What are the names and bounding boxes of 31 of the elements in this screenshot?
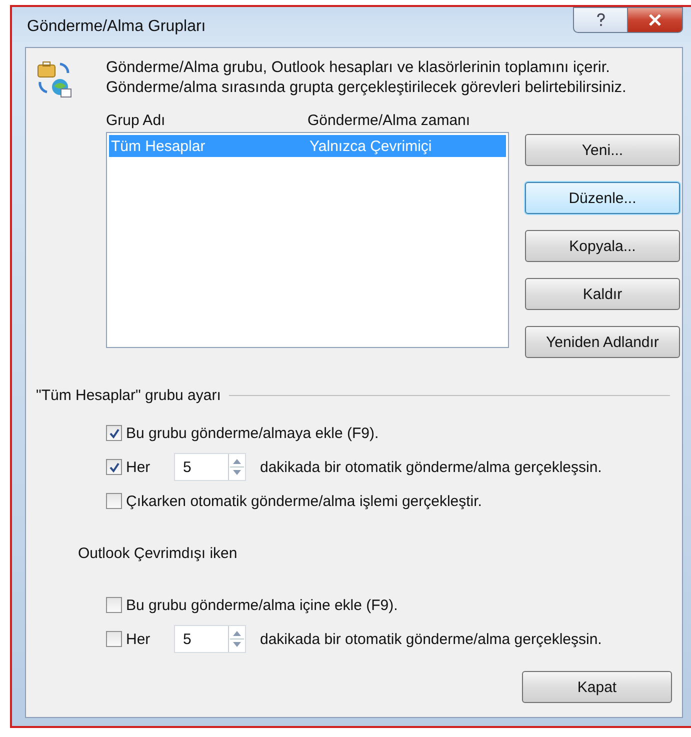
checkbox-label[interactable]: Her [126, 458, 174, 476]
interval-label: dakikada bir otomatik gönderme/alma gerçekleşsin. [260, 458, 602, 476]
dialog-button[interactable]: Kopyala... [525, 230, 680, 262]
description-text: Gönderme/Alma grubu, Outlook hesapları ve klasörlerinin toplamını içerir. Gönderme/alma sırasında grupta gerçekleştirilecek görevleri belirtebilirsiniz. [106, 58, 626, 98]
dialog-button[interactable]: Yeniden Adlandır [525, 326, 680, 358]
checkbox[interactable] [106, 631, 122, 647]
checkbox-label[interactable]: Her [126, 630, 174, 648]
help-icon [596, 13, 606, 27]
spin-field[interactable]: 5 [174, 453, 246, 481]
spin-field[interactable]: 5 [174, 625, 246, 653]
checkbox[interactable] [106, 425, 122, 441]
checkbox[interactable] [106, 597, 122, 613]
dialog-button[interactable]: Yeni... [525, 134, 680, 166]
dialog-button[interactable]: Düzenle... [525, 182, 680, 214]
dialog-button[interactable]: Kaldır [525, 278, 680, 310]
checkbox-label[interactable]: Bu grubu gönderme/alma içine ekle (F9). [126, 596, 398, 614]
checkbox[interactable] [106, 459, 122, 475]
help-button[interactable] [573, 7, 628, 33]
close-button[interactable] [628, 7, 683, 33]
column-header[interactable]: Gönderme/Alma zamanı [308, 112, 509, 128]
section-label: Outlook Çevrimdışı iken [78, 544, 238, 562]
section-label: "Tüm Hesaplar" grubu ayarı [36, 386, 221, 404]
checkbox-label[interactable]: Bu grubu gönderme/almaya ekle (F9). [126, 424, 379, 442]
briefcase-sync-icon [36, 60, 72, 98]
close-icon [648, 14, 662, 26]
close-dialog-button[interactable]: Kapat [522, 671, 672, 703]
checkbox[interactable] [106, 493, 122, 509]
column-header[interactable]: Grup Adı [106, 112, 308, 128]
checkbox-label[interactable]: Çıkarken otomatik gönderme/alma işlemi gerçekleştir. [126, 492, 482, 510]
interval-label: dakikada bir otomatik gönderme/alma gerçekleşsin. [260, 630, 602, 648]
window-title: Gönderme/Alma Grupları [27, 18, 206, 36]
